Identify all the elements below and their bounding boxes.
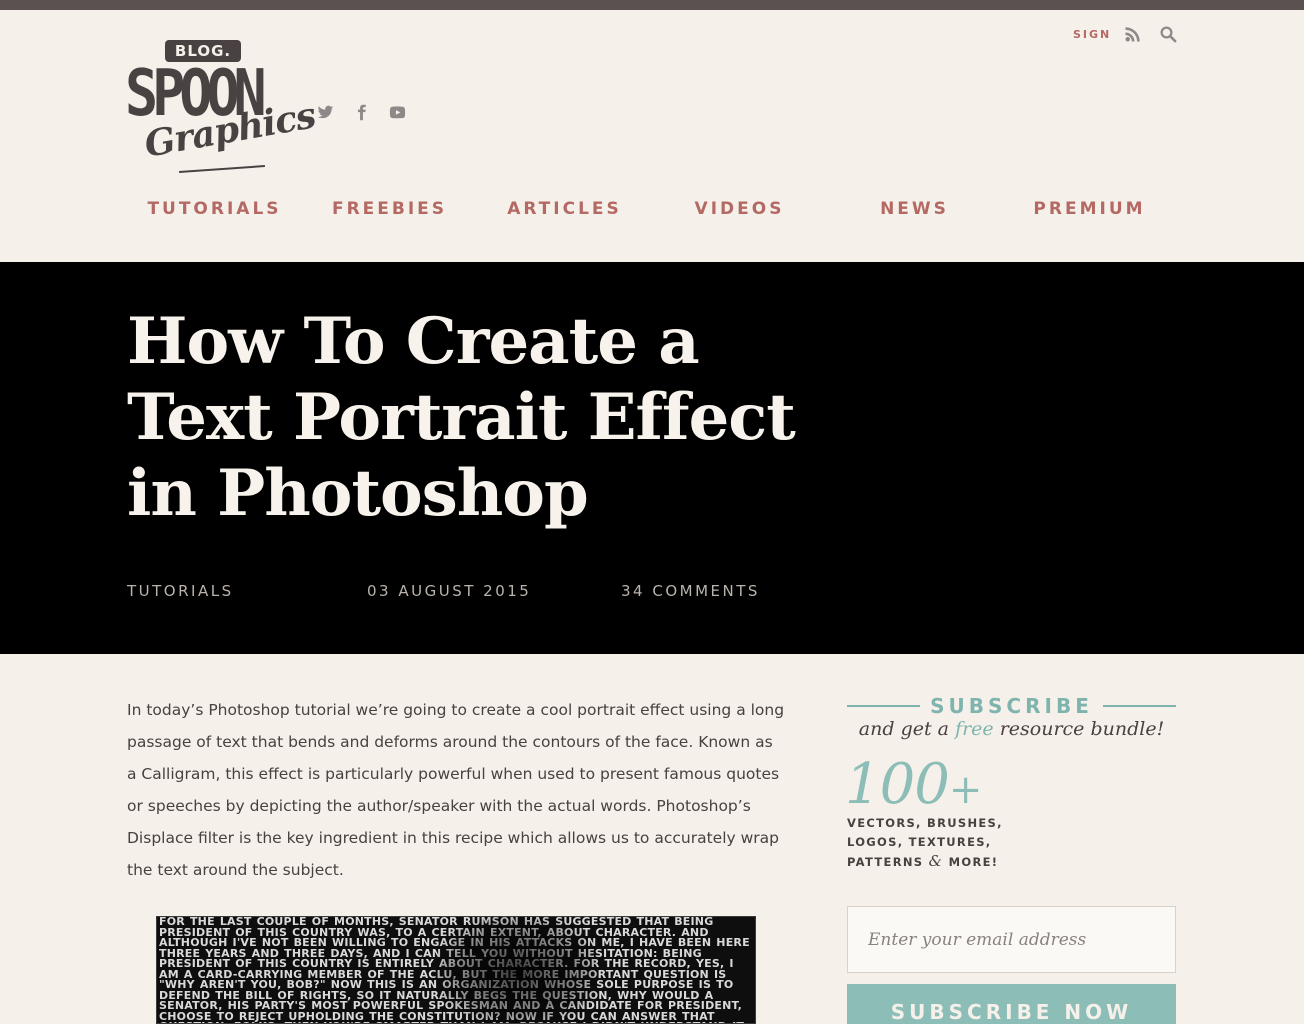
text-portrait-image: For the last couple of months, Senator R… bbox=[156, 916, 756, 1024]
logo-underline bbox=[179, 165, 265, 173]
top-bar bbox=[0, 0, 1304, 10]
portrait-shadow bbox=[437, 917, 597, 1023]
nav-premium[interactable]: PREMIUM bbox=[1002, 199, 1177, 219]
search-icon[interactable] bbox=[1159, 25, 1177, 43]
site-header: BLOG. SPOON Graphics SIGN TUTORIALS FREE… bbox=[0, 10, 1304, 262]
nav-videos[interactable]: VIDEOS bbox=[652, 199, 827, 219]
sign-link[interactable]: SIGN bbox=[1073, 28, 1111, 41]
nav-freebies[interactable]: FREEBIES bbox=[302, 199, 477, 219]
subscribe-heading: SUBSCRIBE bbox=[847, 694, 1176, 718]
nav-tutorials[interactable]: TUTORIALS bbox=[127, 199, 302, 219]
subscribe-tagline: and get a free resource bundle! bbox=[858, 718, 1165, 740]
article-hero: How To Create a Text Portrait Effect in … bbox=[0, 262, 1304, 654]
article-title: How To Create a Text Portrait Effect in … bbox=[127, 304, 796, 531]
subscribe-title: SUBSCRIBE bbox=[847, 694, 1176, 718]
article-comments-link[interactable]: 34 COMMENTS bbox=[621, 582, 760, 600]
subscribe-now-button[interactable]: SUBSCRIBE NOW bbox=[847, 984, 1176, 1024]
spoon-graphics-logo[interactable]: BLOG. SPOON Graphics bbox=[125, 40, 318, 176]
nav-news[interactable]: NEWS bbox=[827, 199, 1002, 219]
resource-list: VECTORS, BRUSHES, LOGOS, TEXTURES, PATTE… bbox=[847, 816, 1003, 870]
email-field[interactable] bbox=[847, 906, 1176, 973]
twitter-icon[interactable] bbox=[315, 102, 335, 122]
resource-count: 100+ bbox=[845, 752, 982, 817]
youtube-icon[interactable] bbox=[387, 102, 407, 122]
nav-articles[interactable]: ARTICLES bbox=[477, 199, 652, 219]
article-category-link[interactable]: TUTORIALS bbox=[127, 582, 234, 600]
article-date: 03 AUGUST 2015 bbox=[367, 582, 532, 600]
facebook-icon[interactable] bbox=[351, 102, 371, 122]
rss-icon[interactable] bbox=[1124, 25, 1142, 43]
main-nav: TUTORIALS FREEBIES ARTICLES VIDEOS NEWS … bbox=[127, 199, 1177, 223]
article-intro: In today’s Photoshop tutorial we’re goin… bbox=[127, 701, 785, 879]
